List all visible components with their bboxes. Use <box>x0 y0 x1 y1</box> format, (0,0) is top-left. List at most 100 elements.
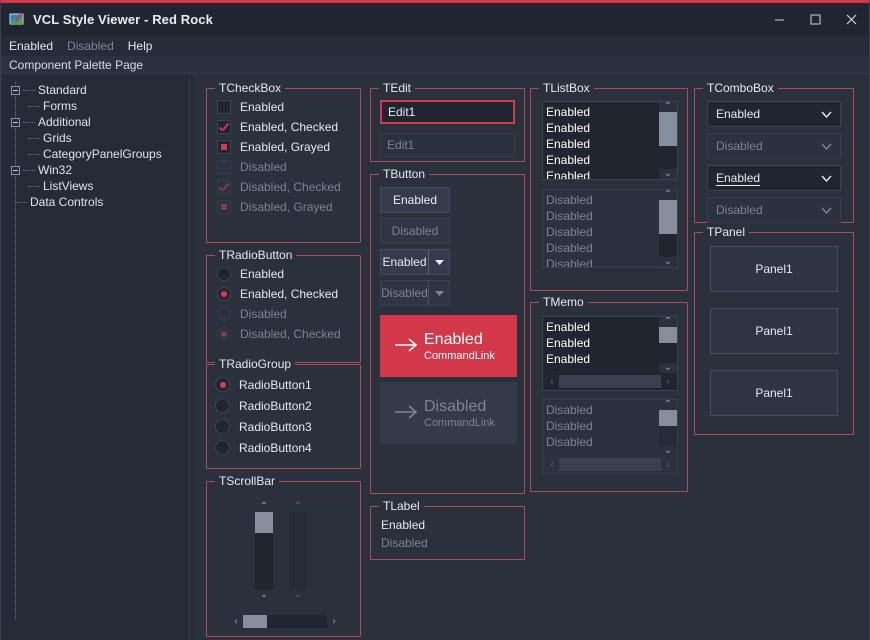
radio-icon[interactable] <box>215 398 230 413</box>
tree-node-standard[interactable]: Standard <box>11 82 189 98</box>
list-item[interactable]: Enabled <box>546 152 659 168</box>
radiogroup-row[interactable]: RadioButton4 <box>215 437 360 458</box>
tree-node-win32[interactable]: Win32 <box>11 162 189 178</box>
tree-node-additional[interactable]: Additional <box>11 114 189 130</box>
group-title: TScrollBar <box>215 474 280 488</box>
tree-node-datacontrols[interactable]: Data Controls <box>11 194 189 210</box>
radio-icon[interactable] <box>215 440 230 455</box>
memo-vertical-scrollbar[interactable]: ⌃ ⌄ <box>659 317 677 373</box>
scrollbar-thumb[interactable] <box>659 327 677 344</box>
list-item[interactable]: Enabled <box>546 168 659 179</box>
radio-icon[interactable] <box>215 419 230 434</box>
menu-item-enabled[interactable]: Enabled <box>9 39 53 53</box>
list-item[interactable]: Enabled <box>546 136 659 152</box>
list-item[interactable]: Enabled <box>546 104 659 120</box>
chevron-down-icon[interactable] <box>428 249 450 275</box>
maximize-button[interactable] <box>797 3 833 36</box>
combobox-value[interactable]: Enabled <box>716 171 761 186</box>
scroll-down-icon[interactable]: ⌄ <box>260 590 268 600</box>
combobox-enabled[interactable]: Enabled <box>707 101 841 127</box>
tree-dash <box>28 137 40 139</box>
memo-line[interactable]: Enabled <box>546 351 659 367</box>
scrollbar-thumb[interactable] <box>255 512 273 534</box>
checkbox-row[interactable]: Enabled <box>217 97 360 117</box>
radiogroup-row[interactable]: RadioButton1 <box>215 374 360 395</box>
listbox-scrollbar[interactable]: ⌃ ⌄ <box>659 102 677 179</box>
scrollbar-track[interactable] <box>243 615 327 628</box>
scrollbar-track[interactable] <box>255 512 273 590</box>
group-title: TLabel <box>379 499 424 513</box>
scrollbar-track[interactable] <box>559 375 661 388</box>
checkbox-grayed-icon[interactable] <box>217 140 231 154</box>
tree-node-listviews[interactable]: ListViews <box>11 178 189 194</box>
split-button-label[interactable]: Enabled <box>380 249 428 275</box>
collapse-icon[interactable] <box>11 117 20 127</box>
checkbox-checked-icon[interactable] <box>217 120 231 134</box>
memo-lines[interactable]: Enabled Enabled Enabled <box>543 317 659 373</box>
title-bar: VCL Style Viewer - Red Rock <box>1 3 869 36</box>
scroll-down-icon[interactable]: ⌄ <box>664 169 672 179</box>
split-button-enabled[interactable]: Enabled <box>380 249 450 275</box>
list-item[interactable]: Enabled <box>546 120 659 136</box>
scroll-right-icon[interactable]: › <box>327 616 341 627</box>
scrollbar-track[interactable] <box>659 327 677 363</box>
scroll-down-icon[interactable]: ⌄ <box>664 363 672 373</box>
scroll-up-icon[interactable]: ⌃ <box>664 317 672 327</box>
scrollbar-thumb <box>659 410 677 427</box>
radio-row[interactable]: Enabled, Checked <box>217 284 360 304</box>
tree-node-forms[interactable]: Forms <box>11 98 189 114</box>
radiogroup-label: RadioButton3 <box>239 419 312 434</box>
chevron-down-icon[interactable] <box>821 107 832 121</box>
checkbox-icon[interactable] <box>217 100 231 114</box>
scrollbar-thumb[interactable] <box>243 615 268 628</box>
radiogroup-row[interactable]: RadioButton2 <box>215 395 360 416</box>
memo-line[interactable]: Enabled <box>546 319 659 335</box>
group-tlabel: TLabel Enabled Disabled <box>370 499 525 560</box>
radiogroup-row[interactable]: RadioButton3 <box>215 416 360 437</box>
chevron-down-icon <box>428 280 450 306</box>
radio-selected-icon[interactable] <box>215 377 230 392</box>
scroll-up-icon[interactable]: ⌃ <box>260 502 268 512</box>
checkbox-row[interactable]: Enabled, Checked <box>217 117 360 137</box>
component-tree: Standard Forms Additional Grids Category… <box>1 74 189 640</box>
scrollbar-thumb[interactable] <box>659 112 677 147</box>
minimize-button[interactable] <box>761 3 797 36</box>
horizontal-scrollbar-enabled[interactable]: ‹ › <box>229 613 341 630</box>
collapse-icon[interactable] <box>11 85 20 95</box>
group-tmemo: TMemo Enabled Enabled Enabled ⌃ ⌄ ‹ › Di… <box>530 295 688 492</box>
combobox-editable-enabled[interactable]: Enabled <box>707 165 841 191</box>
group-tlistbox: TListBox Enabled Enabled Enabled Enabled… <box>530 81 688 291</box>
memo-horizontal-scrollbar[interactable]: ‹ › <box>543 373 677 390</box>
listbox-enabled[interactable]: Enabled Enabled Enabled Enabled Enabled … <box>542 101 678 180</box>
scrollbar-track[interactable] <box>659 112 677 169</box>
tree-node-grids[interactable]: Grids <box>11 130 189 146</box>
radiogroup-label: RadioButton4 <box>239 440 312 455</box>
scroll-left-icon[interactable]: ‹ <box>229 616 243 627</box>
radio-row[interactable]: Enabled <box>217 264 360 284</box>
button-enabled[interactable]: Enabled <box>380 187 450 213</box>
radio-label: Disabled, Checked <box>240 327 341 341</box>
scroll-left-icon[interactable]: ‹ <box>545 376 559 387</box>
close-button[interactable] <box>833 3 869 36</box>
collapse-icon[interactable] <box>11 165 20 175</box>
edit-field-enabled[interactable]: Edit1 <box>380 100 515 124</box>
chevron-down-icon <box>821 203 832 217</box>
menu-item-disabled: Disabled <box>67 39 114 53</box>
tree-node-label: Forms <box>43 99 77 113</box>
chevron-down-icon[interactable] <box>821 171 832 185</box>
checkbox-row[interactable]: Enabled, Grayed <box>217 137 360 157</box>
memo-line[interactable]: Enabled <box>546 335 659 351</box>
scroll-right-icon[interactable]: › <box>661 376 675 387</box>
menu-item-help[interactable]: Help <box>128 39 153 53</box>
listbox-items[interactable]: Enabled Enabled Enabled Enabled Enabled … <box>543 102 659 179</box>
vertical-scrollbar-enabled[interactable]: ⌃ ⌄ <box>255 502 273 600</box>
tree-node-categorypanelgroups[interactable]: CategoryPanelGroups <box>11 146 189 162</box>
radio-icon[interactable] <box>217 267 231 281</box>
scroll-up-icon[interactable]: ⌃ <box>664 102 672 112</box>
memo-enabled[interactable]: Enabled Enabled Enabled ⌃ ⌄ ‹ › <box>542 316 678 391</box>
radio-selected-icon[interactable] <box>217 287 231 301</box>
memo-line: Disabled <box>546 419 593 433</box>
memo-content-area[interactable]: Enabled Enabled Enabled ⌃ ⌄ <box>543 317 677 373</box>
commandlink-enabled[interactable]: Enabled CommandLink <box>380 315 517 377</box>
radiogroup-label: RadioButton2 <box>239 398 312 413</box>
